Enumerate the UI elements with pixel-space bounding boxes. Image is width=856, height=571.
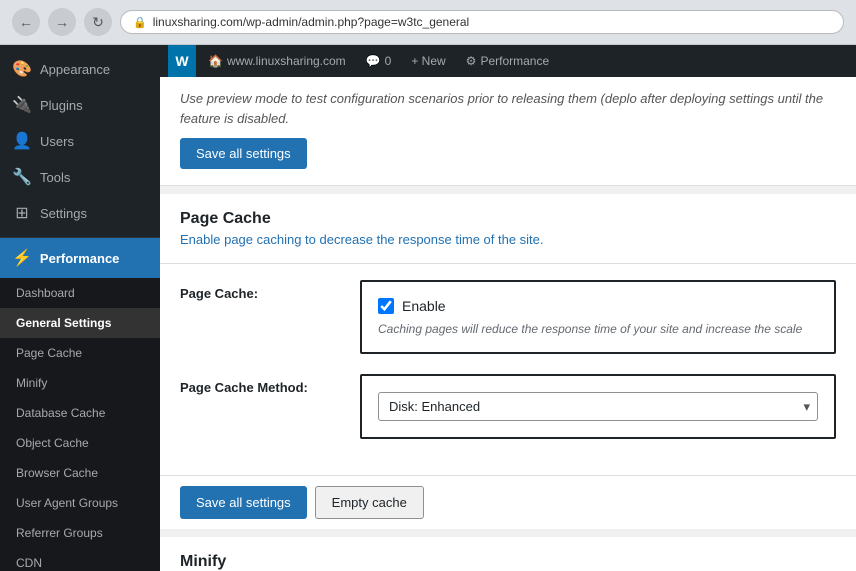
- page-cache-method-row: Page Cache Method: Disk: Enhanced Disk: …: [180, 374, 836, 439]
- page-cache-section: Page Cache Enable page caching to decrea…: [160, 194, 856, 529]
- sidebar-item-plugins[interactable]: 🔌 Plugins: [0, 87, 160, 123]
- page-cache-checkbox[interactable]: [378, 298, 394, 314]
- address-bar[interactable]: 🔒 linuxsharing.com/wp-admin/admin.php?pa…: [120, 10, 844, 34]
- page-cache-label: Page Cache:: [180, 280, 360, 301]
- sidebar-item-cdn[interactable]: CDN: [0, 548, 160, 571]
- adminbar-comments[interactable]: 💬 0: [358, 54, 400, 68]
- tools-icon: 🔧: [12, 167, 32, 187]
- save-all-settings-button[interactable]: Save all settings: [180, 486, 307, 519]
- sidebar-item-object-cache[interactable]: Object Cache: [0, 428, 160, 458]
- sidebar-item-browser-cache[interactable]: Browser Cache: [0, 458, 160, 488]
- home-icon: 🏠: [208, 54, 223, 68]
- page-cache-title: Page Cache: [180, 210, 836, 228]
- appearance-icon: 🎨: [12, 59, 32, 79]
- minify-section: Minify: [160, 537, 856, 571]
- separator-2: [160, 529, 856, 537]
- sidebar-item-tools[interactable]: 🔧 Tools: [0, 159, 160, 195]
- sidebar-item-user-agent-groups[interactable]: User Agent Groups: [0, 488, 160, 518]
- preview-text: Use preview mode to test configuration s…: [180, 89, 836, 128]
- sidebar: 🎨 Appearance 🔌 Plugins 👤 Users 🔧 Tools ⊞…: [0, 45, 160, 571]
- wp-logo[interactable]: W: [168, 45, 196, 77]
- separator-1: [160, 186, 856, 194]
- sidebar-item-appearance[interactable]: 🎨 Appearance: [0, 51, 160, 87]
- sidebar-item-settings[interactable]: ⊞ Settings: [0, 195, 160, 231]
- empty-cache-button[interactable]: Empty cache: [315, 486, 424, 519]
- page-cache-control: Enable Caching pages will reduce the res…: [360, 280, 836, 354]
- page-cache-method-select[interactable]: Disk: Enhanced Disk: Basic Opcode: APC M…: [378, 392, 818, 421]
- adminbar-site[interactable]: 🏠 www.linuxsharing.com: [200, 54, 354, 68]
- enable-checkbox-label: Enable: [402, 298, 446, 314]
- preview-section: Use preview mode to test configuration s…: [160, 77, 856, 186]
- sidebar-item-database-cache[interactable]: Database Cache: [0, 398, 160, 428]
- buttons-row: Save all settings Empty cache: [160, 475, 856, 529]
- adminbar-performance[interactable]: ⚙ Performance: [458, 54, 557, 68]
- sidebar-item-dashboard[interactable]: Dashboard: [0, 278, 160, 308]
- save-all-settings-top-button[interactable]: Save all settings: [180, 138, 307, 169]
- minify-title: Minify: [180, 553, 836, 571]
- sidebar-item-minify[interactable]: Minify: [0, 368, 160, 398]
- sidebar-item-users[interactable]: 👤 Users: [0, 123, 160, 159]
- lock-icon: 🔒: [133, 16, 147, 29]
- performance-header[interactable]: ⚡ Performance: [0, 238, 160, 278]
- page-cache-header: Page Cache Enable page caching to decrea…: [160, 194, 856, 264]
- users-icon: 👤: [12, 131, 32, 151]
- page-cache-form-row: Page Cache: Enable Caching pages will re…: [180, 280, 836, 354]
- plugins-icon: 🔌: [12, 95, 32, 115]
- page-cache-hint: Caching pages will reduce the response t…: [378, 322, 818, 336]
- page-cache-description: Enable page caching to decrease the resp…: [180, 232, 836, 247]
- wp-admin-layout: 🎨 Appearance 🔌 Plugins 👤 Users 🔧 Tools ⊞…: [0, 45, 856, 571]
- admin-bar: W 🏠 www.linuxsharing.com 💬 0 + New ⚙ Per…: [160, 45, 856, 77]
- sidebar-item-page-cache[interactable]: Page Cache: [0, 338, 160, 368]
- page-cache-body: Page Cache: Enable Caching pages will re…: [160, 264, 856, 475]
- enable-checkbox-row: Enable: [378, 298, 818, 314]
- page-cache-method-box: Disk: Enhanced Disk: Basic Opcode: APC M…: [360, 374, 836, 439]
- adminbar-performance-icon: ⚙: [466, 54, 477, 68]
- performance-submenu: Dashboard General Settings Page Cache Mi…: [0, 278, 160, 571]
- performance-icon: ⚡: [12, 248, 32, 268]
- sidebar-item-referrer-groups[interactable]: Referrer Groups: [0, 518, 160, 548]
- page-cache-bordered-box: Enable Caching pages will reduce the res…: [360, 280, 836, 354]
- comments-icon: 💬: [366, 54, 381, 68]
- page-cache-method-select-wrap: Disk: Enhanced Disk: Basic Opcode: APC M…: [378, 392, 818, 421]
- settings-icon: ⊞: [12, 203, 32, 223]
- page-cache-method-control: Disk: Enhanced Disk: Basic Opcode: APC M…: [360, 374, 836, 439]
- browser-chrome: ← → ↻ 🔒 linuxsharing.com/wp-admin/admin.…: [0, 0, 856, 45]
- main-content: W 🏠 www.linuxsharing.com 💬 0 + New ⚙ Per…: [160, 45, 856, 571]
- reload-button[interactable]: ↻: [84, 8, 112, 36]
- url-text: linuxsharing.com/wp-admin/admin.php?page…: [153, 15, 470, 29]
- forward-button[interactable]: →: [48, 8, 76, 36]
- adminbar-new[interactable]: + New: [403, 54, 453, 68]
- back-button[interactable]: ←: [12, 8, 40, 36]
- page-cache-method-label: Page Cache Method:: [180, 374, 360, 395]
- sidebar-item-general-settings[interactable]: General Settings: [0, 308, 160, 338]
